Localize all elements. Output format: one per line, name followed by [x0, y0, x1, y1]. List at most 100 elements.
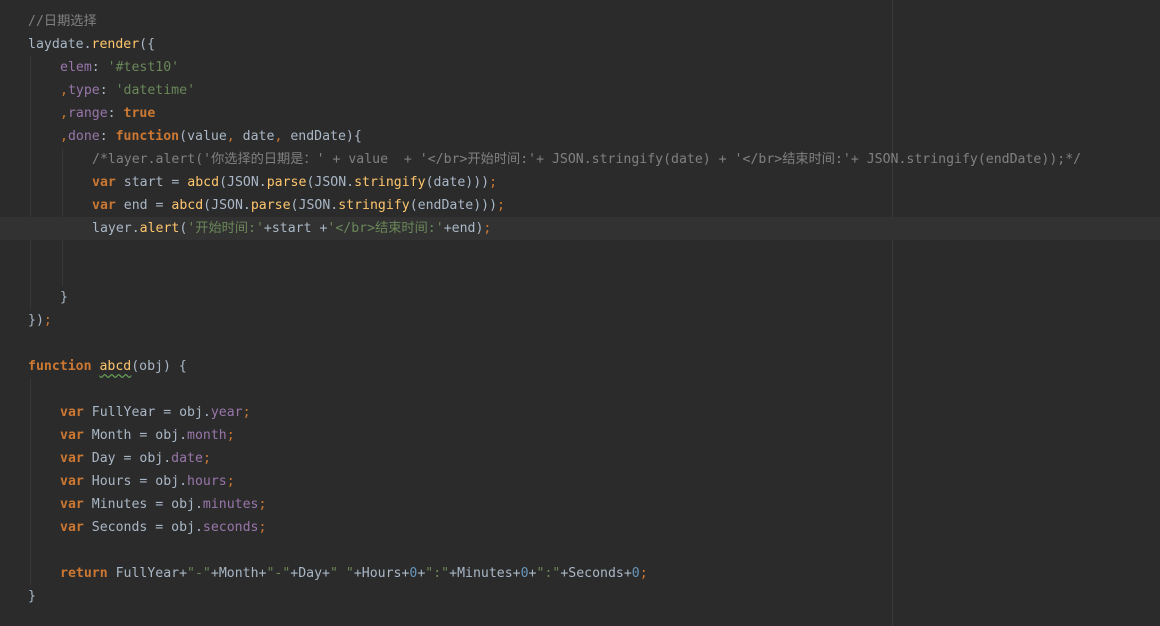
code-line[interactable]: }: [0, 585, 1160, 608]
code-token: }: [28, 589, 36, 604]
code-line[interactable]: var Day = obj.date;: [0, 447, 1160, 470]
code-token: .: [131, 221, 140, 236]
code-line[interactable]: var Seconds = obj.seconds;: [0, 516, 1160, 539]
code-text: return FullYear+"-"+Month+"-"+Day+" "+Ho…: [60, 562, 648, 585]
code-token: month: [187, 428, 227, 443]
code-token: function: [28, 359, 100, 374]
code-token: Minutes = obj.: [91, 497, 203, 512]
code-line[interactable]: ,range: true: [0, 102, 1160, 125]
code-token: .: [242, 198, 251, 213]
code-token: ":": [536, 566, 561, 581]
code-line[interactable]: });: [0, 309, 1160, 332]
code-line[interactable]: [0, 539, 1160, 562]
code-line[interactable]: //日期选择: [0, 10, 1160, 33]
code-token: render: [91, 37, 140, 52]
code-token: var: [60, 497, 92, 512]
code-text: var FullYear = obj.year;: [60, 401, 251, 424]
code-line[interactable]: var Hours = obj.hours;: [0, 470, 1160, 493]
code-token: true: [123, 106, 156, 121]
code-token: ;: [258, 497, 267, 512]
code-text: ,range: true: [60, 102, 155, 125]
code-token: ;: [639, 566, 648, 581]
code-token: range: [67, 106, 108, 121]
code-text: var Month = obj.month;: [60, 424, 235, 447]
code-text: laydate.render({: [28, 33, 155, 56]
code-token: (: [290, 198, 299, 213]
code-token: +Month+: [210, 566, 267, 581]
code-token: ;: [226, 474, 235, 489]
code-token: +start +: [263, 221, 328, 236]
code-line[interactable]: function abcd(obj) {: [0, 355, 1160, 378]
code-line[interactable]: laydate.render({: [0, 33, 1160, 56]
code-text: var Minutes = obj.minutes;: [60, 493, 266, 516]
code-token: ;: [258, 520, 267, 535]
code-line[interactable]: [0, 240, 1160, 263]
code-token: :: [107, 106, 124, 121]
code-token: '#test10': [107, 60, 180, 75]
code-token: alert: [139, 221, 180, 236]
code-token: ":": [425, 566, 450, 581]
code-token: '开始时间:': [187, 221, 264, 236]
code-token: +end): [443, 221, 484, 236]
code-token: 0: [631, 566, 640, 581]
code-token: JSON: [211, 198, 243, 213]
code-text: function abcd(obj) {: [28, 355, 187, 378]
code-line[interactable]: ,type: 'datetime': [0, 79, 1160, 102]
code-line[interactable]: elem: '#test10': [0, 56, 1160, 79]
code-token: minutes: [202, 497, 259, 512]
code-line[interactable]: layer.alert('开始时间:'+start +'</br>结束时间:'+…: [0, 217, 1160, 240]
code-token: ;: [202, 451, 211, 466]
code-line[interactable]: var Minutes = obj.minutes;: [0, 493, 1160, 516]
code-token: +: [528, 566, 537, 581]
code-text: //日期选择: [28, 10, 97, 33]
code-token: stringify: [338, 198, 410, 213]
code-line[interactable]: var Month = obj.month;: [0, 424, 1160, 447]
code-text: elem: '#test10': [60, 56, 179, 79]
code-editor[interactable]: //日期选择 laydate.render({elem: '#test10' ,ty…: [0, 0, 1160, 626]
code-token: Day = obj.: [91, 451, 172, 466]
code-token: abcd: [187, 175, 220, 190]
code-token: :: [99, 83, 116, 98]
code-token: parse: [250, 198, 291, 213]
code-line[interactable]: var start = abcd(JSON.parse(JSON.stringi…: [0, 171, 1160, 194]
code-token: +Seconds+: [560, 566, 632, 581]
code-token: (date))): [425, 175, 490, 190]
code-token: JSON: [298, 198, 331, 213]
code-token: FullYear+: [115, 566, 188, 581]
code-line[interactable]: [0, 263, 1160, 286]
code-token: //日期选择: [28, 14, 97, 29]
code-line[interactable]: var end = abcd(JSON.parse(JSON.stringify…: [0, 194, 1160, 217]
code-line[interactable]: return FullYear+"-"+Month+"-"+Day+" "+Ho…: [0, 562, 1160, 585]
code-token: JSON: [227, 175, 259, 190]
code-text: var Seconds = obj.seconds;: [60, 516, 266, 539]
code-text: var Hours = obj.hours;: [60, 470, 235, 493]
code-line[interactable]: ,done: function(value, date, endDate){: [0, 125, 1160, 148]
code-token: start =: [123, 175, 188, 190]
code-token: "-": [187, 566, 211, 581]
code-token: ;: [43, 313, 52, 328]
code-token: ({: [139, 37, 156, 52]
code-line[interactable]: /*layer.alert('你选择的日期是：' + value + '</br…: [0, 148, 1160, 171]
code-token: ;: [483, 221, 492, 236]
code-token: 'datetime': [115, 83, 196, 98]
code-token: :: [91, 60, 108, 75]
code-text: ,type: 'datetime': [60, 79, 195, 102]
code-token: var: [60, 428, 92, 443]
code-token: var: [92, 198, 124, 213]
code-token: (value: [179, 129, 227, 144]
code-token: }): [28, 313, 44, 328]
code-text: layer.alert('开始时间:'+start +'</br>结束时间:'+…: [92, 217, 491, 240]
code-token: function: [115, 129, 180, 144]
code-token: var: [60, 520, 92, 535]
code-line[interactable]: [0, 378, 1160, 401]
code-line[interactable]: [0, 332, 1160, 355]
code-token: }: [60, 290, 68, 305]
code-text: var start = abcd(JSON.parse(JSON.stringi…: [92, 171, 497, 194]
code-line[interactable]: }: [0, 286, 1160, 309]
code-text: }: [28, 585, 36, 608]
code-token: ;: [497, 198, 505, 213]
code-text: ,done: function(value, date, endDate){: [60, 125, 362, 148]
code-line[interactable]: var FullYear = obj.year;: [0, 401, 1160, 424]
code-token: type: [67, 83, 100, 98]
code-token: .: [346, 175, 355, 190]
